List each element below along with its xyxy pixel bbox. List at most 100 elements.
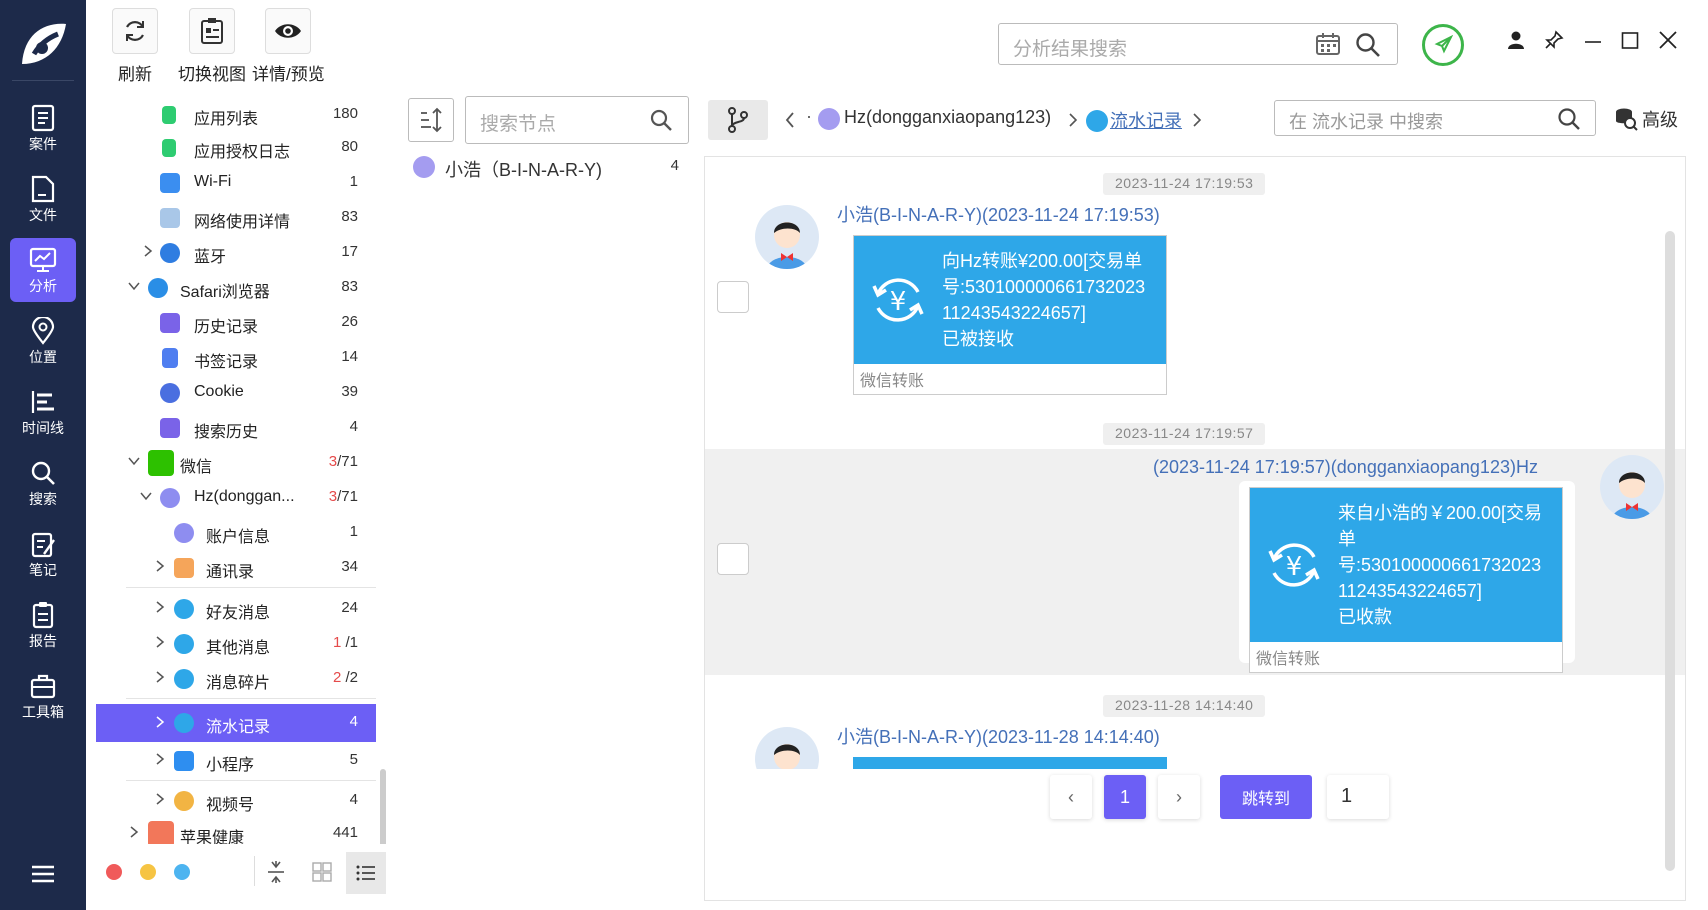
nav-item-case[interactable]: 案件 <box>10 96 76 160</box>
tree-row-other-messages[interactable]: 其他消息 1 /1 <box>96 627 376 661</box>
rocket-icon <box>1434 35 1453 54</box>
transfer-text-line: 来自小浩的￥200.00[交易 <box>1338 503 1543 523</box>
blue-filter-dot[interactable] <box>174 864 190 880</box>
contacts-icon <box>174 558 194 578</box>
tree-row-network-usage[interactable]: 网络使用详情 83 <box>96 201 376 235</box>
maximize-icon[interactable] <box>1621 30 1639 54</box>
tree-row-bookmarks[interactable]: 书签记录 14 <box>96 341 376 375</box>
rocket-button[interactable] <box>1422 24 1464 66</box>
chevron-down-icon[interactable] <box>128 280 140 292</box>
tree-row-cookie[interactable]: Cookie 39 <box>96 376 376 410</box>
page-number-input[interactable]: 1 <box>1327 775 1389 819</box>
grid-view-icon[interactable] <box>312 862 332 882</box>
transfer-card[interactable]: ¥ 向Hz转账¥200.00[交易单 号:530100000661732023 … <box>853 235 1167 395</box>
tree-row-apple-health[interactable]: 苹果健康 441 <box>96 817 376 844</box>
breadcrumb-current[interactable]: 流水记录 <box>1110 107 1182 133</box>
tree-row-label: 应用列表 <box>194 111 259 128</box>
tree-row-label: 搜索历史 <box>194 424 259 441</box>
chevron-left-icon[interactable] <box>784 112 796 128</box>
tree-scrollbar[interactable] <box>380 769 386 844</box>
list-view-button[interactable] <box>346 852 386 894</box>
nav-item-note[interactable]: 笔记 <box>10 522 76 586</box>
scoped-search-input[interactable]: 在 流水记录 中搜索 <box>1274 100 1596 136</box>
nav-item-search[interactable]: 搜索 <box>10 451 76 515</box>
search-icon[interactable] <box>1557 107 1581 131</box>
tree-row-mini-programs[interactable]: 小程序 5 <box>96 744 376 778</box>
branch-button[interactable] <box>708 100 768 140</box>
tree-row-history[interactable]: 历史记录 26 <box>96 306 376 340</box>
transfer-card[interactable]: ¥ 来自小浩的￥200.00[交易 单 号:530100000661732023… <box>1249 487 1563 673</box>
message-checkbox[interactable] <box>717 281 749 313</box>
advanced-search-button[interactable]: 高级 <box>1614 106 1678 132</box>
chat-bubble-icon <box>174 634 194 654</box>
nav-item-location[interactable]: 位置 <box>10 309 76 373</box>
node-search-input[interactable]: 搜索节点 <box>465 96 689 144</box>
tree-row-wechat[interactable]: 微信 3/71 <box>96 446 376 480</box>
tree-row-app-auth-log[interactable]: 应用授权日志 80 <box>96 131 376 165</box>
tree-row-label: 账户信息 <box>206 529 271 546</box>
calendar-icon[interactable] <box>1315 32 1341 62</box>
page-1-button[interactable]: 1 <box>1104 775 1146 819</box>
breadcrumb-account[interactable]: Hz(dongganxiaopang123) <box>844 107 1051 128</box>
node-item[interactable]: 小浩（B-I-N-A-R-Y) 4 <box>409 152 679 182</box>
chevron-right-icon[interactable] <box>142 245 154 257</box>
tree-row-safari[interactable]: Safari浏览器 83 <box>96 271 376 305</box>
message-sender: 小浩(B-I-N-A-R-Y)(2023-11-24 17:19:53) <box>837 205 1160 225</box>
search-icon[interactable] <box>1355 32 1381 64</box>
red-filter-dot[interactable] <box>106 864 122 880</box>
switch-view-button[interactable]: 切换视图 <box>178 8 246 85</box>
chevron-down-icon[interactable] <box>140 490 152 502</box>
chevron-right-icon[interactable] <box>154 601 166 613</box>
tree-row-label: Wi-Fi <box>194 173 232 190</box>
pin-icon[interactable] <box>1544 30 1564 54</box>
chat-scrollbar[interactable] <box>1665 231 1675 871</box>
tree-row-contacts[interactable]: 通讯录 34 <box>96 551 376 585</box>
node-item-count: 4 <box>670 157 679 174</box>
toolbox-icon <box>30 674 56 699</box>
chevron-right-icon[interactable] <box>1192 113 1202 127</box>
message-timestamp: 2023-11-24 17:19:53 <box>1103 173 1266 195</box>
tree-row-account-info[interactable]: 账户信息 1 <box>96 516 376 550</box>
nav-item-timeline[interactable]: 时间线 <box>10 380 76 444</box>
tree-row-friend-messages[interactable]: 好友消息 24 <box>96 592 376 626</box>
jump-to-button[interactable]: 跳转到 <box>1220 775 1312 819</box>
minimize-icon[interactable] <box>1584 30 1602 54</box>
tree-row-wechat-account[interactable]: Hz(donggan... 3/71 <box>96 481 376 515</box>
analysis-search-input[interactable]: 分析结果搜索 <box>998 23 1398 65</box>
chevron-right-icon[interactable] <box>154 753 166 765</box>
tree-row-message-fragments[interactable]: 消息碎片 2 /2 <box>96 662 376 696</box>
nav-item-report[interactable]: 报告 <box>10 593 76 657</box>
detail-preview-button[interactable]: 详情/预览 <box>252 8 325 85</box>
tree-row-app-list[interactable]: 应用列表 180 <box>96 104 376 132</box>
nav-item-analysis[interactable]: 分析 <box>10 238 76 302</box>
close-icon[interactable] <box>1658 30 1678 54</box>
search-icon[interactable] <box>650 109 672 131</box>
tree-row-bluetooth[interactable]: 蓝牙 17 <box>96 236 376 270</box>
sort-button[interactable] <box>408 98 454 142</box>
chevron-right-icon[interactable] <box>154 793 166 805</box>
tree-row-transactions[interactable]: 流水记录 4 <box>96 704 376 742</box>
collapse-icon[interactable] <box>266 860 286 884</box>
tree-row-search-history[interactable]: 搜索历史 4 <box>96 411 376 445</box>
nav-item-file[interactable]: 文件 <box>10 167 76 231</box>
refresh-button[interactable]: 刷新 <box>112 8 158 85</box>
prev-page-button[interactable]: ‹ <box>1050 775 1092 819</box>
tree-row-wifi[interactable]: Wi-Fi 1 <box>96 166 376 200</box>
chevron-right-icon[interactable] <box>154 671 166 683</box>
chevron-right-icon[interactable] <box>154 560 166 572</box>
next-page-button[interactable]: › <box>1158 775 1200 819</box>
user-icon[interactable] <box>1507 30 1525 54</box>
message-checkbox[interactable] <box>717 543 749 575</box>
yellow-filter-dot[interactable] <box>140 864 156 880</box>
tree-row-count: 26 <box>341 313 358 330</box>
nav-item-toolbox[interactable]: 工具箱 <box>10 664 76 728</box>
menu-icon[interactable] <box>30 864 56 888</box>
chevron-down-icon[interactable] <box>128 455 140 467</box>
nav-label: 工具箱 <box>22 704 64 720</box>
chevron-right-icon[interactable] <box>154 716 166 728</box>
node-item-label: 小浩（B-I-N-A-R-Y) <box>445 160 602 180</box>
chevron-right-icon[interactable] <box>154 636 166 648</box>
breadcrumb-ellipsis[interactable]: · <box>806 106 812 127</box>
tree-row-channels[interactable]: 视频号 4 <box>96 784 376 818</box>
chevron-right-icon[interactable] <box>128 826 140 838</box>
